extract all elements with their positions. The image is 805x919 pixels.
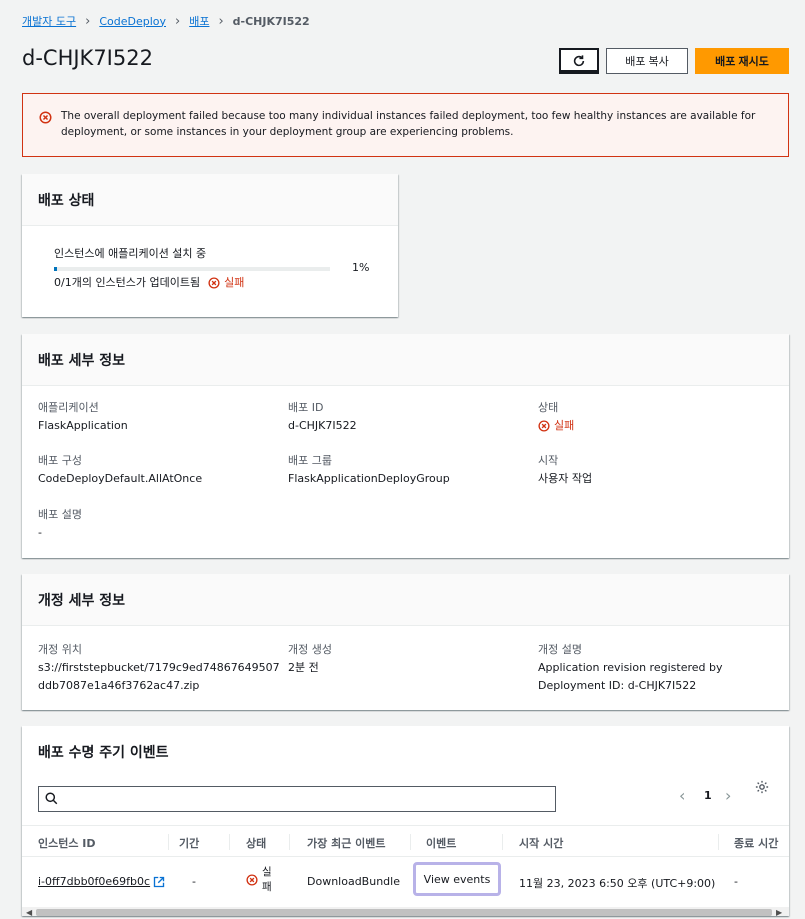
deploy-id-label: 배포 ID <box>288 401 324 414</box>
status-text: 실패 <box>224 276 245 289</box>
column-header-end-time[interactable]: 종료 시간 <box>734 835 778 851</box>
column-divider <box>168 834 169 850</box>
status-text-line1: 실 <box>262 866 272 878</box>
start-label: 시작 <box>538 454 559 467</box>
status-label: 상태 <box>538 401 559 414</box>
panel-title: 배포 상태 <box>22 174 398 226</box>
instances-updated-text: 0/1개의 인스턴스가 업데이트됨 <box>54 276 201 289</box>
end-time-value: - <box>734 875 738 888</box>
column-divider <box>289 834 290 850</box>
scroll-left-icon[interactable]: ◀ <box>26 908 32 916</box>
column-divider <box>502 834 503 850</box>
gear-icon[interactable] <box>755 780 769 794</box>
column-divider <box>410 834 411 850</box>
search-icon <box>45 792 58 805</box>
deploy-id-value: d-CHJK7I522 <box>288 419 357 432</box>
breadcrumb-deployments[interactable]: 배포 <box>189 13 209 29</box>
status-text: 실패 <box>554 419 575 432</box>
progress-percent: 1% <box>352 261 370 274</box>
view-events-link[interactable]: View events <box>413 862 501 896</box>
pagination-prev-icon[interactable]: ‹ <box>679 786 685 805</box>
revision-created-value: 2분 전 <box>288 661 319 674</box>
column-header-start-time[interactable]: 시작 시간 <box>519 835 563 851</box>
refresh-button[interactable] <box>559 48 599 74</box>
column-header-instance-id[interactable]: 인스턴스 ID <box>38 835 96 851</box>
status-badge: 실 패 <box>246 865 272 895</box>
description-label: 배포 설명 <box>38 508 82 521</box>
revision-description-line1: Application revision registered by <box>538 661 723 674</box>
table-header-row: 인스턴스 ID 기간 상태 가장 최근 이벤트 이벤트 시작 시간 종료 시간 <box>22 825 789 857</box>
deployment-status-panel: 배포 상태 인스턴스에 애플리케이션 설치 중 1% 0/1개의 인스턴스가 업… <box>22 174 398 317</box>
search-field[interactable] <box>38 786 556 812</box>
error-icon <box>39 111 52 124</box>
status-badge: 실패 <box>538 417 574 435</box>
scroll-right-icon[interactable]: ▶ <box>776 908 782 916</box>
progress-fill <box>54 267 57 271</box>
breadcrumb-codedeploy[interactable]: CodeDeploy <box>99 15 166 28</box>
breadcrumb-developer-tools[interactable]: 개발자 도구 <box>22 13 76 29</box>
refresh-icon <box>573 55 585 67</box>
revision-details-panel: 개정 세부 정보 개정 위치 s3://firststepbucket/7179… <box>22 574 789 710</box>
progress-bar <box>54 267 330 271</box>
breadcrumb: 개발자 도구 › CodeDeploy › 배포 › d-CHJK7I522 <box>22 13 310 29</box>
status-text-line2: 패 <box>262 881 272 893</box>
chevron-right-icon: › <box>175 13 181 29</box>
error-icon <box>246 874 258 886</box>
column-header-status[interactable]: 상태 <box>246 835 266 851</box>
revision-location-line2: ddb7087e1a46f3762ac47.zip <box>38 679 200 692</box>
description-value: - <box>38 526 42 539</box>
start-time-value: 11월 23, 2023 6:50 오후 (UTC+9:00) <box>519 877 716 890</box>
panel-title: 개정 세부 정보 <box>22 574 789 626</box>
column-divider <box>718 834 719 850</box>
latest-event-value: DownloadBundle <box>307 875 400 888</box>
pagination-page-number[interactable]: 1 <box>704 789 712 802</box>
start-value: 사용자 작업 <box>538 472 593 485</box>
chevron-right-icon: › <box>218 13 224 29</box>
revision-location-link[interactable]: s3://firststepbucket/7179c9ed74867649507… <box>38 659 280 695</box>
column-header-latest-event[interactable]: 가장 최근 이벤트 <box>307 835 386 851</box>
group-label: 배포 그룹 <box>288 454 332 467</box>
deployment-details-panel: 배포 세부 정보 애플리케이션 FlaskApplication 배포 ID d… <box>22 334 789 558</box>
external-link-icon <box>153 876 165 887</box>
column-divider <box>229 834 230 850</box>
breadcrumb-current: d-CHJK7I522 <box>232 14 310 28</box>
error-alert: The overall deployment failed because to… <box>22 93 789 157</box>
application-label: 애플리케이션 <box>38 401 99 414</box>
panel-title: 배포 수명 주기 이벤트 <box>22 726 789 778</box>
instance-id-link[interactable]: i-0ff7dbb0f0e69fb0c <box>38 875 165 888</box>
status-badge: 실패 <box>208 274 244 292</box>
revision-location-line1: s3://firststepbucket/7179c9ed74867649507 <box>38 661 280 674</box>
lifecycle-events-panel: 배포 수명 주기 이벤트 ‹ 1 › 인스턴스 ID 기간 상태 가장 최근 이… <box>22 726 789 916</box>
horizontal-scrollbar[interactable]: ◀ ▶ <box>22 907 789 916</box>
status-text: 실 패 <box>262 865 272 895</box>
revision-description-label: 개정 설명 <box>538 643 582 656</box>
column-header-events[interactable]: 이벤트 <box>426 835 456 851</box>
column-header-duration[interactable]: 기간 <box>179 835 199 851</box>
group-link[interactable]: FlaskApplicationDeployGroup <box>288 470 450 488</box>
scroll-thumb[interactable] <box>36 909 772 916</box>
page-title: d-CHJK7I522 <box>22 46 153 70</box>
revision-description-value: Application revision registered by Deplo… <box>538 659 722 695</box>
error-icon <box>208 277 220 289</box>
instances-updated: 0/1개의 인스턴스가 업데이트됨 실패 <box>54 274 244 292</box>
duration-value: - <box>192 875 196 888</box>
panel-title: 배포 세부 정보 <box>22 334 789 386</box>
pagination-next-icon[interactable]: › <box>725 786 731 805</box>
copy-deployment-button[interactable]: 배포 복사 <box>606 48 688 74</box>
config-label: 배포 구성 <box>38 454 82 467</box>
search-input[interactable] <box>65 791 545 807</box>
error-icon <box>538 420 550 432</box>
revision-description-line2: Deployment ID: d-CHJK7I522 <box>538 679 697 692</box>
progress-step-label: 인스턴스에 애플리케이션 설치 중 <box>54 247 207 260</box>
chevron-right-icon: › <box>85 13 91 29</box>
revision-location-label: 개정 위치 <box>38 643 82 656</box>
table-row: i-0ff7dbb0f0e69fb0c - 실 패 DownloadBundle… <box>22 857 789 907</box>
instance-id-text: i-0ff7dbb0f0e69fb0c <box>38 875 151 888</box>
retry-deployment-button[interactable]: 배포 재시도 <box>695 48 789 74</box>
config-link[interactable]: CodeDeployDefault.AllAtOnce <box>38 470 202 488</box>
alert-message: The overall deployment failed because to… <box>61 110 756 138</box>
application-link[interactable]: FlaskApplication <box>38 417 128 435</box>
revision-created-label: 개정 생성 <box>288 643 332 656</box>
